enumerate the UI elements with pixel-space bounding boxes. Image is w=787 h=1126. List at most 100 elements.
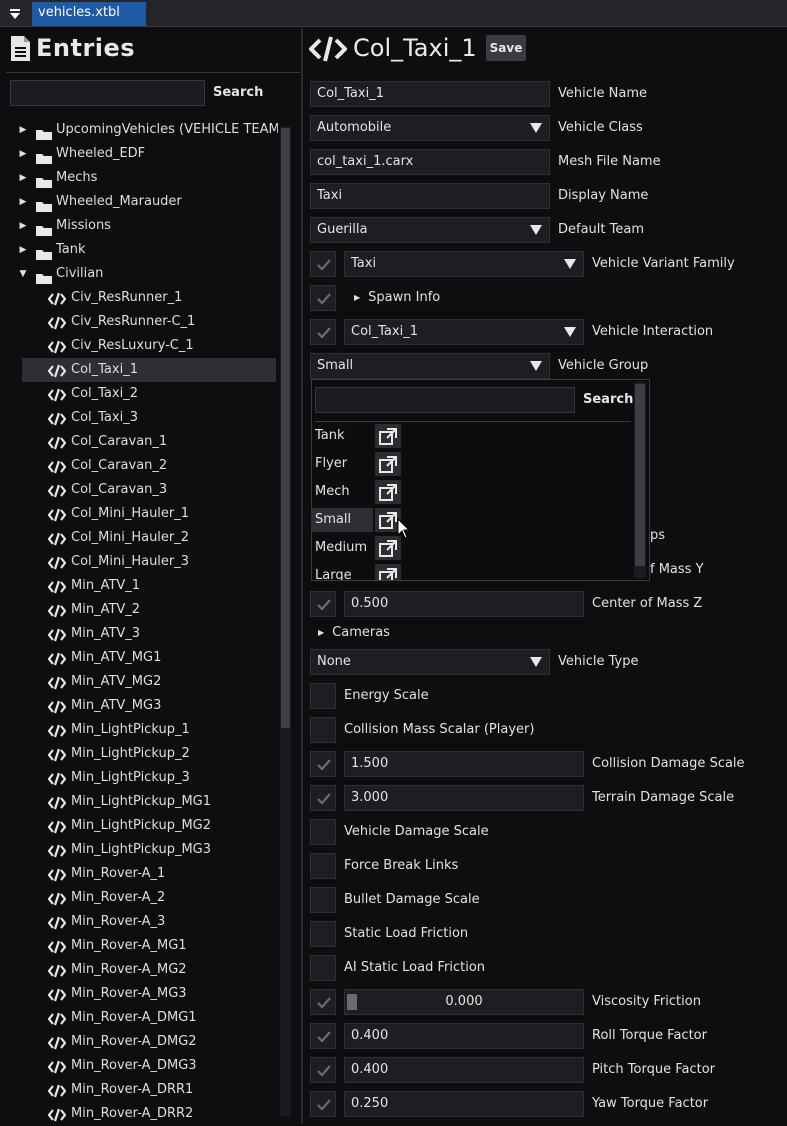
collision-damage-field[interactable]: 1.500 (344, 751, 584, 777)
tree-entry[interactable]: Min_LightPickup_2 (22, 742, 276, 766)
collapsed-arrow-icon[interactable]: ▶ (18, 214, 28, 238)
yaw-torque-field[interactable]: 0.250 (344, 1091, 584, 1117)
panel-divider[interactable] (301, 28, 303, 1124)
chevron-down-icon[interactable] (523, 354, 549, 378)
tree-folder[interactable]: ▶ Missions (16, 214, 278, 238)
tree-entry[interactable]: Col_Mini_Hauler_1 (22, 502, 276, 526)
tree-entry[interactable]: Min_Rover-A_DMG1 (22, 1006, 276, 1030)
tree-entry[interactable]: Min_ATV_MG3 (22, 694, 276, 718)
entries-search-input[interactable] (10, 80, 205, 106)
tree-entry[interactable]: Min_ATV_3 (22, 622, 276, 646)
expand-arrow-icon[interactable]: ▶ (318, 628, 324, 637)
group-option[interactable]: Tank (311, 424, 631, 450)
chevron-down-icon[interactable] (523, 116, 549, 140)
collision-mass-checkbox[interactable] (310, 717, 336, 743)
roll-torque-field[interactable]: 0.400 (344, 1023, 584, 1049)
vehicle-class-dropdown[interactable]: Automobile (310, 115, 550, 141)
tree-folder[interactable]: ▶ Mechs (16, 166, 278, 190)
collapsed-arrow-icon[interactable]: ▶ (18, 166, 28, 190)
collapsed-arrow-icon[interactable]: ▶ (18, 190, 28, 214)
group-option[interactable]: Flyer (311, 452, 631, 478)
bullet-damage-checkbox[interactable] (310, 887, 336, 913)
tree-entry[interactable]: Min_Rover-A_DMG2 (22, 1030, 276, 1054)
chevron-down-icon[interactable] (557, 320, 583, 344)
group-search-input[interactable] (315, 387, 575, 413)
roll-torque-checkbox[interactable] (310, 1023, 336, 1049)
group-option[interactable]: Mech (311, 480, 631, 506)
tree-entry[interactable]: Min_LightPickup_3 (22, 766, 276, 790)
variant-family-dropdown[interactable]: Taxi (344, 251, 584, 277)
slider-handle[interactable] (347, 994, 357, 1010)
tree-folder[interactable]: ▼ Civilian (16, 262, 278, 286)
vehicle-type-dropdown[interactable]: None (310, 649, 550, 675)
collapsed-arrow-icon[interactable]: ▶ (18, 238, 28, 262)
pitch-torque-field[interactable]: 0.400 (344, 1057, 584, 1083)
energy-scale-checkbox[interactable] (310, 683, 336, 709)
entries-search-button[interactable]: Search (213, 85, 263, 100)
terrain-damage-field[interactable]: 3.000 (344, 785, 584, 811)
group-option[interactable]: Large (311, 564, 631, 580)
external-link-icon[interactable] (375, 452, 401, 476)
chevron-down-icon[interactable] (557, 252, 583, 276)
display-name-field[interactable]: Taxi (310, 183, 550, 209)
tree-entry[interactable]: Col_Taxi_1 (22, 358, 276, 382)
tree-entry[interactable]: Col_Mini_Hauler_3 (22, 550, 276, 574)
viscosity-slider[interactable]: 0.000 (344, 989, 584, 1015)
group-option[interactable]: Small (311, 508, 631, 534)
vehicle-name-field[interactable]: Col_Taxi_1 (310, 81, 550, 107)
chevron-down-icon[interactable] (523, 218, 549, 242)
tree-entry[interactable]: Civ_ResLuxury-C_1 (22, 334, 276, 358)
tree-entry[interactable]: Col_Taxi_2 (22, 382, 276, 406)
tree-scrollbar-thumb[interactable] (281, 128, 290, 728)
collapsed-arrow-icon[interactable]: ▶ (18, 118, 28, 142)
group-search-button[interactable]: Search (583, 392, 633, 407)
group-option[interactable]: Medium (311, 536, 631, 562)
tree-entry[interactable]: Min_ATV_MG1 (22, 646, 276, 670)
tree-folder[interactable]: ▶ UpcomingVehicles (VEHICLE TEAM ONLY) (16, 118, 278, 142)
tree-entry[interactable]: Min_Rover-A_MG1 (22, 934, 276, 958)
vehicle-damage-checkbox[interactable] (310, 819, 336, 845)
terrain-damage-checkbox[interactable] (310, 785, 336, 811)
popup-scrollbar-thumb[interactable] (635, 384, 645, 566)
tree-entry[interactable]: Col_Caravan_1 (22, 430, 276, 454)
tree-entry[interactable]: Min_ATV_1 (22, 574, 276, 598)
tree-entry[interactable]: Min_Rover-A_MG3 (22, 982, 276, 1006)
tree-entry[interactable]: Min_Rover-A_2 (22, 886, 276, 910)
tree-entry[interactable]: Col_Mini_Hauler_2 (22, 526, 276, 550)
tree-folder[interactable]: ▶ Wheeled_Marauder (16, 190, 278, 214)
spawn-info-checkbox[interactable] (310, 285, 336, 311)
expand-arrow-icon[interactable]: ▶ (354, 293, 360, 302)
default-team-dropdown[interactable]: Guerilla (310, 217, 550, 243)
tree-entry[interactable]: Civ_ResRunner-C_1 (22, 310, 276, 334)
tree-entry[interactable]: Min_ATV_MG2 (22, 670, 276, 694)
variant-family-checkbox[interactable] (310, 251, 336, 277)
save-button[interactable]: Save (486, 35, 526, 61)
com-z-checkbox[interactable] (310, 591, 336, 617)
tree-entry[interactable]: Min_Rover-A_1 (22, 862, 276, 886)
interaction-checkbox[interactable] (310, 319, 336, 345)
tree-entry[interactable]: Civ_ResRunner_1 (22, 286, 276, 310)
mesh-file-field[interactable]: col_taxi_1.carx (310, 149, 550, 175)
yaw-torque-checkbox[interactable] (310, 1091, 336, 1117)
interaction-dropdown[interactable]: Col_Taxi_1 (344, 319, 584, 345)
external-link-icon[interactable] (375, 424, 401, 448)
external-link-icon[interactable] (375, 564, 401, 580)
tree-entry[interactable]: Col_Taxi_3 (22, 406, 276, 430)
viscosity-checkbox[interactable] (310, 989, 336, 1015)
tree-entry[interactable]: Min_LightPickup_1 (22, 718, 276, 742)
tree-entry[interactable]: Min_Rover-A_DMG3 (22, 1054, 276, 1078)
vehicle-group-dropdown[interactable]: Small (310, 353, 550, 379)
tree-entry[interactable]: Min_Rover-A_MG2 (22, 958, 276, 982)
expanded-arrow-icon[interactable]: ▼ (18, 262, 28, 286)
tree-entry[interactable]: Col_Caravan_2 (22, 454, 276, 478)
cameras-expander[interactable]: ▶ Cameras (318, 625, 390, 640)
tree-folder[interactable]: ▶ Tank (16, 238, 278, 262)
tree-entry[interactable]: Col_Caravan_3 (22, 478, 276, 502)
collision-damage-checkbox[interactable] (310, 751, 336, 777)
collapsed-arrow-icon[interactable]: ▶ (18, 142, 28, 166)
tree-entry[interactable]: Min_Rover-A_DRR1 (22, 1078, 276, 1102)
ai-static-friction-checkbox[interactable] (310, 955, 336, 981)
tree-entry[interactable]: Min_LightPickup_MG2 (22, 814, 276, 838)
external-link-icon[interactable] (375, 480, 401, 504)
spawn-info-expander[interactable]: ▶ Spawn Info (354, 290, 440, 305)
